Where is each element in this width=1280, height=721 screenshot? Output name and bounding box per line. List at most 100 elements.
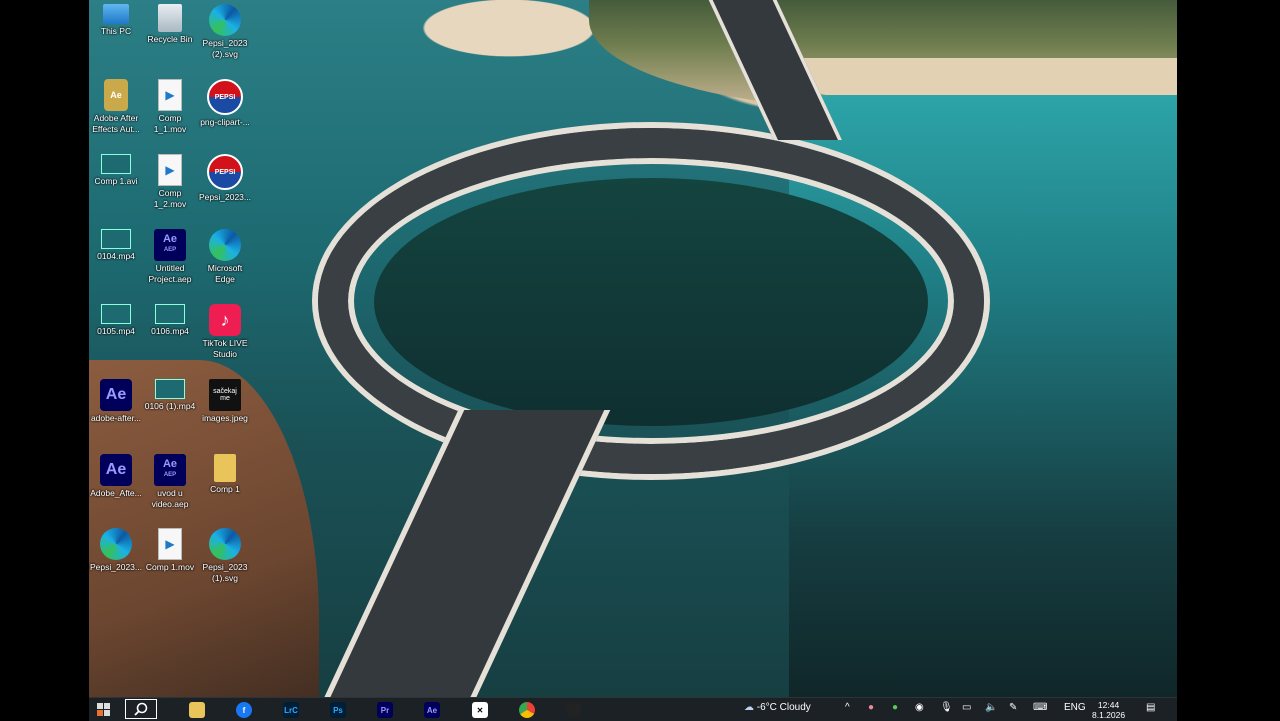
desktop-icon-label: Pepsi_2023... — [199, 192, 251, 202]
tray-app-icon[interactable]: ● — [892, 702, 898, 713]
cloud-icon: ☁ — [744, 702, 754, 713]
desktop-icon-label: Comp 1 — [210, 484, 240, 494]
this-pc-icon — [103, 4, 129, 24]
desktop-icon[interactable]: Recycle Bin — [143, 0, 197, 72]
edge-icon — [209, 4, 241, 36]
desktop-icon[interactable]: Microsoft Edge — [198, 225, 252, 297]
desktop-icon[interactable]: ▶ Comp 1.mov — [143, 524, 197, 596]
desktop-icon-label: Untitled Project.aep — [148, 263, 192, 284]
edge-icon — [209, 528, 241, 560]
taskbar-app-obs[interactable] — [560, 699, 588, 721]
desktop-icon-label: png-clipart-... — [200, 117, 250, 127]
after-effects-icon: Ae — [424, 702, 440, 718]
pen-button[interactable]: ✎ — [1009, 702, 1017, 713]
volume-icon: 🔈 — [985, 702, 998, 713]
show-hidden-icons-button[interactable]: ^ — [845, 702, 850, 713]
facebook-icon: f — [236, 702, 252, 718]
search-button[interactable] — [125, 699, 157, 719]
tiktok-icon: ♪ — [209, 304, 241, 336]
photoshop-icon: Ps — [330, 702, 346, 718]
chevron-up-icon: ^ — [845, 702, 850, 713]
desktop-icon[interactable]: PEPSI png-clipart-... — [198, 75, 252, 147]
desktop-icon[interactable]: ♪ TikTok LIVE Studio — [198, 300, 252, 372]
obs-icon — [566, 702, 582, 718]
desktop-icon-label: TikTok LIVE Studio — [202, 338, 248, 359]
taskbar-app-file-explorer[interactable] — [183, 699, 211, 721]
notification-icon: ▤ — [1146, 702, 1156, 713]
weather-widget[interactable]: ☁ -6°C Cloudy — [744, 702, 811, 713]
video-file-icon: ▶ — [158, 154, 182, 186]
image-file-icon: sačekaj me — [209, 379, 241, 411]
keyboard-button[interactable]: ⌨ — [1033, 702, 1047, 713]
desktop-icon[interactable]: Ae AEP uvod u video.aep — [143, 450, 197, 522]
desktop-icon-label: Adobe After Effects Aut... — [92, 113, 140, 134]
microphone-button[interactable]: 🎙 — [940, 702, 953, 713]
desktop-icon[interactable]: Comp 1.avi — [89, 150, 143, 222]
taskbar-app-premiere[interactable]: Pr — [371, 699, 399, 721]
taskbar: f LrC Ps Pr Ae ✕ ☁ -6°C Cloudy ^ ● ● ◉ 🎙 ▭ 🔈 … — [89, 697, 1177, 721]
aep-icon: Ae AEP — [154, 454, 186, 486]
desktop-icon-label: 0106.mp4 — [151, 326, 189, 336]
desktop-icon-label: Recycle Bin — [147, 34, 193, 44]
tray-app3-icon: ◉ — [915, 702, 924, 713]
desktop-icon[interactable]: 0105.mp4 — [89, 300, 143, 372]
desktop-icon-label: Comp 1.avi — [94, 176, 138, 186]
video-thumb-icon — [101, 154, 131, 174]
capcut-icon: ✕ — [472, 702, 488, 718]
desktop-icon-label: Pepsi_2023 (1).svg — [202, 562, 248, 583]
desktop-icon-label: 0104.mp4 — [97, 251, 135, 261]
desktop-icon[interactable]: 0104.mp4 — [89, 225, 143, 297]
desktop-icon-label: 0106 (1).mp4 — [144, 401, 196, 411]
edge-icon — [209, 229, 241, 261]
clock-time: 12:44 — [1097, 700, 1120, 710]
desktop-icon[interactable]: ▶ Comp 1_2.mov — [143, 150, 197, 222]
network-button[interactable]: ▭ — [962, 702, 971, 713]
desktop-icon[interactable]: PEPSI Pepsi_2023... — [198, 150, 252, 222]
tray-app-icon[interactable]: ● — [868, 702, 874, 713]
pen-icon: ✎ — [1009, 702, 1018, 713]
tray-app-icon[interactable]: ◉ — [915, 702, 924, 713]
desktop-icon-label: This PC — [100, 26, 132, 36]
taskbar-app-facebook[interactable]: f — [230, 699, 258, 721]
taskbar-app-photoshop[interactable]: Ps — [324, 699, 352, 721]
taskbar-app-lightroom[interactable]: LrC — [277, 699, 305, 721]
video-file-icon: ▶ — [158, 528, 182, 560]
taskbar-app-after-effects[interactable]: Ae — [418, 699, 446, 721]
desktop-icon[interactable]: 0106 (1).mp4 — [143, 375, 197, 447]
wallpaper-road — [299, 410, 611, 720]
desktop-icon[interactable]: Ae Adobe_Afte... — [89, 450, 143, 522]
tray-app2-icon: ● — [892, 702, 899, 713]
notifications-button[interactable]: ▤ — [1146, 702, 1155, 713]
desktop-icon[interactable]: Ae adobe-after... — [89, 375, 143, 447]
clock[interactable]: 12:44 8.1.2026 — [1092, 700, 1125, 720]
tray-app1-icon: ● — [868, 702, 875, 713]
desktop-icon[interactable]: This PC — [89, 0, 143, 72]
ae-icon: Ae — [100, 454, 132, 486]
desktop-icon[interactable]: Ae AEP Untitled Project.aep — [143, 225, 197, 297]
start-button[interactable] — [91, 699, 117, 721]
desktop-icon-label: images.jpeg — [202, 413, 248, 423]
weather-text: -6°C Cloudy — [756, 702, 811, 713]
desktop-icon[interactable]: ▶ Comp 1_1.mov — [143, 75, 197, 147]
desktop-icon[interactable]: sačekaj me images.jpeg — [198, 375, 252, 447]
desktop-icon[interactable]: Ae Adobe After Effects Aut... — [89, 75, 143, 147]
ae-icon: Ae — [100, 379, 132, 411]
desktop-icon[interactable]: Comp 1 — [198, 450, 252, 522]
volume-button[interactable]: 🔈 — [985, 702, 997, 713]
desktop-icon[interactable]: Pepsi_2023 (2).svg — [198, 0, 252, 72]
language-indicator[interactable]: ENG — [1064, 702, 1086, 713]
lightroom-icon: LrC — [283, 702, 299, 718]
desktop-icon[interactable]: 0106.mp4 — [143, 300, 197, 372]
taskbar-app-chrome[interactable] — [513, 699, 541, 721]
ae-installer-icon: Ae — [104, 79, 128, 111]
taskbar-app-capcut[interactable]: ✕ — [466, 699, 494, 721]
desktop-wallpaper — [89, 0, 1177, 720]
desktop-icon[interactable]: Pepsi_2023... — [89, 524, 143, 596]
wallpaper-ring-water — [374, 178, 928, 426]
search-icon — [134, 702, 148, 716]
desktop-icon-label: Comp 1_2.mov — [153, 188, 187, 209]
pepsi-icon: PEPSI — [207, 154, 243, 190]
windows-logo-icon — [97, 703, 110, 716]
desktop-icon[interactable]: Pepsi_2023 (1).svg — [198, 524, 252, 596]
pepsi-icon: PEPSI — [207, 79, 243, 115]
